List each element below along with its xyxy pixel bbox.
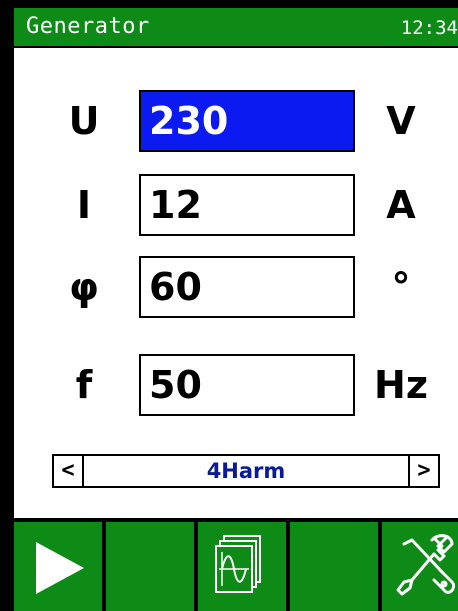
device-frame: Generator 12:34 U 230 V I 12 A φ 60 ° f …: [0, 0, 458, 611]
current-symbol: I: [76, 183, 92, 227]
softkey-1-start-button[interactable]: [14, 522, 102, 611]
voltage-row: U 230 V: [14, 90, 458, 152]
title-bar: Generator 12:34: [14, 8, 458, 48]
waveform-selector: < 4Harm >: [52, 454, 440, 488]
screen: Generator 12:34 U 230 V I 12 A φ 60 ° f …: [14, 8, 458, 611]
frequency-unit: Hz: [374, 363, 428, 407]
waveform-pages-icon: [215, 535, 261, 593]
waveform-value: 4Harm: [206, 459, 286, 483]
voltage-unit: V: [386, 99, 416, 143]
softkey-4-button[interactable]: [290, 522, 378, 611]
softkey-3-waveform-button[interactable]: [198, 522, 286, 611]
frequency-symbol: f: [75, 363, 93, 407]
softkey-bar: [14, 518, 458, 611]
voltage-input[interactable]: 230: [139, 90, 355, 152]
softkey-2-button[interactable]: [106, 522, 194, 611]
phase-row: φ 60 °: [14, 256, 458, 318]
clock: 12:34: [400, 17, 458, 39]
phase-symbol: φ: [69, 265, 99, 309]
voltage-symbol: U: [68, 99, 100, 143]
phase-input[interactable]: 60: [139, 256, 355, 318]
current-unit: A: [386, 183, 416, 227]
current-input[interactable]: 12: [139, 174, 355, 236]
current-row: I 12 A: [14, 174, 458, 236]
frequency-row: f 50 Hz: [14, 354, 458, 416]
frequency-input[interactable]: 50: [139, 354, 355, 416]
tools-icon: [396, 534, 456, 596]
softkey-5-settings-button[interactable]: [382, 522, 458, 611]
next-waveform-button[interactable]: >: [408, 456, 438, 486]
previous-waveform-button[interactable]: <: [54, 456, 84, 486]
app-title: Generator: [26, 14, 150, 39]
play-icon: [36, 542, 84, 594]
phase-unit: °: [391, 265, 411, 309]
